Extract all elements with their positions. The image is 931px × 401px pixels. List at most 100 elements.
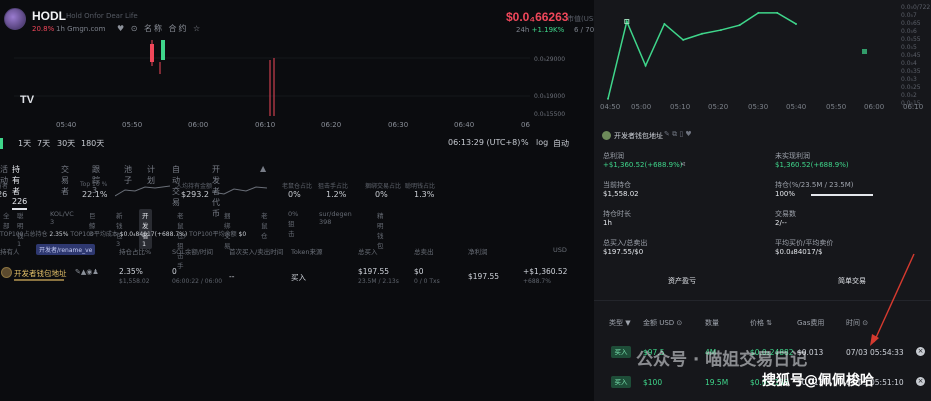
chart-clock: 06:13:29 (UTC+8)	[448, 138, 521, 147]
asset-pnl-button[interactable]: 资产盈亏	[668, 276, 696, 286]
sol-balance: 0	[172, 267, 177, 276]
top100-balance-label: TOP100平均余额	[189, 231, 237, 238]
col-sol-balance[interactable]: SOL余额/时间	[172, 246, 213, 256]
pnl-series-point	[776, 11, 779, 14]
col-token-source[interactable]: Token来源	[291, 246, 323, 256]
y-tick: 0.0₅65	[901, 20, 921, 27]
top100-balance-value: $0	[238, 231, 247, 238]
stat-label: 聪明钱占比	[405, 183, 436, 190]
pnl-series-point	[701, 32, 703, 35]
position-value: $1,558.02	[603, 190, 639, 198]
col-usd[interactable]: USD	[553, 246, 567, 254]
holder-underline	[14, 279, 64, 281]
holder-name[interactable]: 开发者钱包地址	[14, 268, 67, 279]
tab-collapse[interactable]: ▲	[260, 164, 266, 173]
close-icon[interactable]: ×	[916, 377, 925, 386]
hold-time-value: 1h	[603, 219, 612, 227]
pnl-percent: +688.7%	[523, 278, 551, 285]
trade-col-price[interactable]: 价格 ⇅	[750, 318, 772, 328]
timeframe-7d[interactable]: 7天	[37, 138, 50, 149]
y-tick: 0.0₅4	[901, 60, 917, 67]
timeframe-180d[interactable]: 180天	[81, 138, 104, 149]
sol-time: 06:00:22 / 06:00	[172, 278, 223, 285]
share-icon[interactable]: ⋖	[680, 160, 686, 168]
col-net[interactable]: 净利润	[468, 246, 488, 256]
y-tick: 0.0₅0/722	[901, 4, 931, 11]
filter-all[interactable]: 全部	[0, 209, 13, 231]
x-tick: 05:50	[122, 121, 143, 129]
position-label: 当前持仓	[603, 181, 631, 189]
x-tick: 06:00	[864, 103, 885, 111]
token-price: $0.0₄66263	[506, 10, 569, 24]
col-first-time[interactable]: 首次买入/卖出时间	[229, 246, 283, 256]
tab-traders[interactable]: 交易者	[61, 164, 69, 197]
total-sell-sub: 0 / 0 Txs	[414, 278, 440, 285]
stat-label: 人均持有金额	[176, 183, 213, 190]
stat-label: 持有者	[0, 183, 9, 190]
x-tick: 05:50	[826, 103, 847, 111]
x-tick: 06:10	[903, 103, 924, 111]
first-time: --	[229, 272, 235, 281]
filter-smart-wallet[interactable]: 精明钱包	[374, 209, 387, 251]
col-holder[interactable]: 持有人	[0, 246, 20, 256]
pnl-series-point	[682, 38, 685, 41]
left-main-area: HODL Hold Onfor Dear Life 20.8% 1h Gmgn.…	[0, 0, 594, 401]
total-sell: $0	[414, 267, 424, 276]
y-tick: 0.0₅25	[901, 84, 921, 91]
x-tick: 05:20	[708, 103, 729, 111]
y-tick: 0.0₅6	[901, 28, 917, 35]
col-hold-percent[interactable]: 持仓占比%	[119, 246, 151, 256]
header-action-icons[interactable]: ♥ ⊙ 名称 合约 ☆	[117, 23, 202, 34]
y-tick: 0.0₅19000	[534, 93, 566, 100]
candlestick-chart[interactable]	[14, 40, 530, 130]
percent-scale-toggle[interactable]: %	[521, 138, 529, 147]
trade-type-badge: 买入	[611, 346, 631, 358]
hold-ratio-label: 持仓(%/23.5M / 23.5M)	[775, 181, 854, 189]
watermark-sohu: 搜狐号@佩佩梭哈	[762, 373, 874, 389]
timeframe-30d[interactable]: 30天	[57, 138, 75, 149]
wallet-action-icons[interactable]: ✎ ⧉ ▯ ♥	[664, 130, 692, 139]
filter-kol[interactable]: KOL/VC 3	[47, 209, 77, 227]
stat-value: 0%	[375, 190, 388, 199]
address-badge[interactable]: 开发者/rename_ve	[36, 244, 96, 255]
filter-insider[interactable]: 老鼠仓	[258, 209, 271, 241]
trade-col-amount[interactable]: 金额 USD ⊙	[643, 318, 682, 328]
y-tick: 0.0₅45	[901, 52, 921, 59]
x-tick: 05:40	[786, 103, 807, 111]
filter-degen[interactable]: sur/degen 398	[316, 209, 355, 227]
col-total-sell[interactable]: 总卖出	[414, 246, 434, 256]
timeframe-1d[interactable]: 1天	[18, 138, 31, 149]
y-tick: 0.0₅3	[901, 76, 917, 83]
stat-label: 老鼠仓占比	[282, 183, 313, 190]
trade-col-type[interactable]: 类型 ▼	[609, 318, 631, 328]
x-tick: 06:00	[188, 121, 209, 129]
wallet-name[interactable]: 开发者钱包地址	[614, 131, 663, 141]
col-total-buy[interactable]: 总买入	[358, 246, 378, 256]
log-scale-toggle[interactable]: log	[536, 138, 548, 147]
stat-label: Top 10 %	[80, 181, 108, 188]
auto-scale-toggle[interactable]: 自动	[553, 138, 569, 149]
annotation-arrow	[870, 253, 915, 346]
trade-col-gas[interactable]: Gas费用	[797, 318, 824, 328]
trade-col-qty[interactable]: 数量	[705, 318, 719, 328]
unrealized-label: 未实现利润	[775, 152, 810, 160]
unrealized-value: $1,360.52(+688.9%)	[775, 161, 849, 169]
token-symbol: HODL	[32, 9, 66, 23]
stat-value: 1.3%	[414, 190, 435, 199]
current-marker	[862, 49, 867, 54]
hold-percent: 2.35%	[119, 267, 143, 276]
avg-holding-sparkline	[212, 186, 267, 195]
x-tick: 06:30	[388, 121, 409, 129]
simple-trade-button[interactable]: 简单交易	[838, 276, 866, 286]
stat-value: 22.1%	[82, 190, 108, 199]
token-logo	[4, 8, 26, 30]
volume-value: +1.19K%	[531, 26, 565, 34]
x-tick: 05:30	[748, 103, 769, 111]
top100-summary: TOP100占总持仓 2.35% TOP100平均成本 $0.0₄84017(+…	[0, 229, 246, 238]
tab-holders[interactable]: 持有者 226	[12, 164, 27, 210]
net-value: $197.55	[468, 272, 500, 281]
filter-insider-sniper[interactable]: 老鼠仓/狙击手	[174, 209, 189, 271]
wallet-pnl-chart[interactable]	[594, 0, 904, 108]
total-pnl-value: +$1,360.52(+688.9%)	[603, 161, 683, 169]
filter-sniper[interactable]: 0% 狙击	[285, 209, 301, 239]
